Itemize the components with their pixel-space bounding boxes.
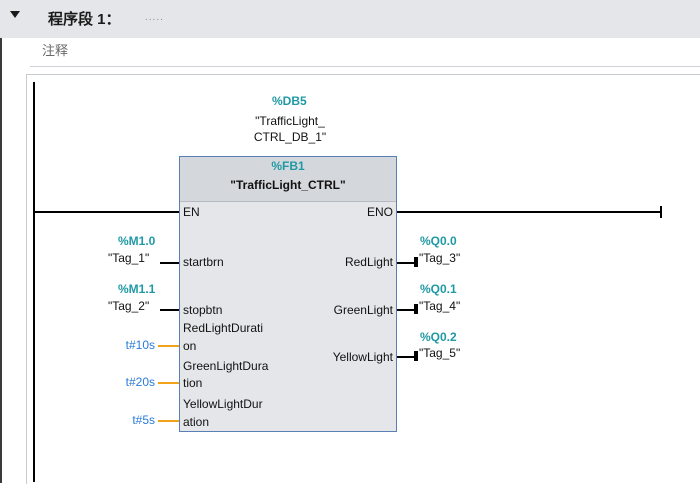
network-title-placeholder[interactable]: .....	[145, 12, 164, 23]
pin-stopbtn[interactable]: stopbtn	[183, 303, 222, 317]
pin-greenlightduration-line1[interactable]: GreenLightDura	[183, 359, 268, 373]
pin-en[interactable]: EN	[183, 205, 200, 219]
pin-redlightduration-line2[interactable]: on	[183, 339, 196, 353]
operand-q0-0-address[interactable]: %Q0.0	[420, 234, 457, 248]
left-gutter-line	[0, 38, 2, 483]
power-rail	[33, 82, 35, 482]
function-block-address[interactable]: %FB1	[180, 159, 396, 173]
yellowlight-wire-end	[414, 351, 418, 361]
instance-db-address[interactable]: %DB5	[272, 94, 307, 108]
pin-yellowlightduration-line1[interactable]: YellowLightDur	[183, 397, 263, 411]
operand-m1-1-address[interactable]: %M1.1	[118, 282, 155, 296]
operand-q0-1-address[interactable]: %Q0.1	[420, 282, 457, 296]
eno-wire-end	[660, 206, 662, 218]
pin-redlightduration-line1[interactable]: RedLightDurati	[183, 321, 263, 335]
operand-tag3[interactable]: "Tag_3"	[419, 251, 460, 265]
operand-m1-0-address[interactable]: %M1.0	[118, 234, 155, 248]
pin-startbrn[interactable]: startbrn	[183, 255, 224, 269]
eno-wire[interactable]	[397, 211, 662, 213]
startbrn-wire[interactable]	[160, 262, 179, 264]
constant-yellow-duration[interactable]: t#5s	[100, 413, 155, 427]
instance-db-name-line2[interactable]: CTRL_DB_1"	[247, 130, 333, 144]
function-block-name[interactable]: "TrafficLight_CTRL"	[180, 178, 396, 192]
function-block[interactable]: %FB1 "TrafficLight_CTRL" EN startbrn sto…	[179, 156, 397, 432]
pin-yellowlightduration-line2[interactable]: ation	[183, 415, 209, 429]
pin-greenlightduration-line2[interactable]: tion	[183, 376, 202, 390]
operand-tag5[interactable]: "Tag_5"	[419, 346, 460, 360]
operand-tag4[interactable]: "Tag_4"	[419, 299, 460, 313]
operand-tag1[interactable]: "Tag_1"	[108, 251, 149, 265]
function-block-header: %FB1 "TrafficLight_CTRL"	[180, 157, 396, 202]
constant-red-duration[interactable]: t#10s	[100, 338, 155, 352]
header-separator	[30, 66, 700, 67]
network-comment[interactable]: 注释	[42, 40, 68, 59]
instance-db-name-line1[interactable]: "TrafficLight_	[247, 114, 333, 128]
greenlight-wire-end	[414, 304, 418, 314]
collapse-triangle-icon[interactable]	[10, 11, 20, 18]
en-wire[interactable]	[35, 211, 179, 213]
pin-redlight[interactable]: RedLight	[345, 255, 393, 269]
stopbtn-wire[interactable]	[160, 309, 179, 311]
operand-q0-2-address[interactable]: %Q0.2	[420, 330, 457, 344]
pin-eno[interactable]: ENO	[367, 205, 393, 219]
constant-green-duration[interactable]: t#20s	[100, 375, 155, 389]
green-duration-wire	[158, 382, 179, 384]
operand-tag2[interactable]: "Tag_2"	[108, 299, 149, 313]
pin-greenlight[interactable]: GreenLight	[334, 303, 393, 317]
network-title[interactable]: 程序段 1：	[48, 8, 121, 29]
network-header[interactable]: 程序段 1： .....	[0, 0, 700, 38]
yellow-duration-wire	[158, 420, 179, 422]
redlight-wire-end	[414, 257, 418, 267]
red-duration-wire	[158, 345, 179, 347]
pin-yellowlight[interactable]: YellowLight	[333, 350, 393, 364]
